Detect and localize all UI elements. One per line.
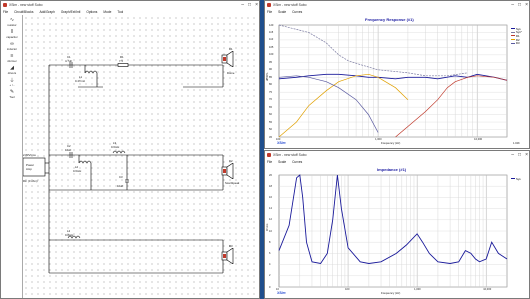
maximize-icon[interactable]: □ xyxy=(248,2,251,8)
menu-circuit-blocks[interactable]: Circuit/Blocks xyxy=(14,10,33,14)
source-voltage: 2.83V/rms xyxy=(23,153,36,157)
circuit-window: XSim - new stuff Subo – □ × File Circuit… xyxy=(0,0,260,299)
fr-legend-swatch xyxy=(511,39,515,41)
fr-legend-item[interactable]: D3 xyxy=(511,41,522,45)
circuit-window-title: XSim - new stuff Subo xyxy=(9,3,43,7)
imp-window: XSim - new stuff Subo – □ × File Scale C… xyxy=(264,150,530,299)
fr-legend-swatch xyxy=(511,35,515,37)
menu-options[interactable]: Options xyxy=(86,10,97,14)
menu-mode[interactable]: Mode xyxy=(103,10,111,14)
minimize-icon[interactable]: – xyxy=(241,2,244,8)
l3-value: 0.6mH xyxy=(111,145,120,149)
amp-label-2: Amp xyxy=(26,167,32,171)
d2-name: D2 xyxy=(229,159,233,163)
palette-ground[interactable]: ⏚ + / - xyxy=(3,77,21,88)
imp-plot[interactable] xyxy=(265,151,530,299)
speaker-d3-icon[interactable] xyxy=(221,248,235,264)
l2-value: 0.6mH xyxy=(73,169,82,173)
imp-legend: Sys xyxy=(511,177,521,181)
menu-graph-ext[interactable]: Graph/Ext/Intl xyxy=(61,10,81,14)
speaker-d2-icon[interactable] xyxy=(221,163,235,179)
fr-legend-swatch xyxy=(511,42,515,44)
c2-value: 10uF xyxy=(65,148,72,152)
component-palette: ∿ resistor ‖ capacitor ∞ inductor ≡ xfor… xyxy=(1,15,23,298)
c1-value: 4.7uF xyxy=(65,59,73,63)
circuit-window-controls: – □ × xyxy=(241,1,258,9)
rs-label: Rs: (0 ohm) xyxy=(23,179,38,183)
l4-value: 0.8mH xyxy=(65,233,74,237)
c3-name: C3 xyxy=(119,175,123,179)
palette-resistor[interactable]: ∿ resistor xyxy=(3,17,21,27)
fr-legend: Sys Sys* D1 D2 D3 xyxy=(511,27,522,45)
menu-file[interactable]: File xyxy=(3,10,8,14)
palette-drivers[interactable]: ◢ drivers xyxy=(3,65,21,75)
palette-xformer[interactable]: ≡ xformer xyxy=(3,53,21,63)
close-icon[interactable]: × xyxy=(255,2,258,8)
d2-sub: ScanSpeak xyxy=(225,181,240,185)
d1-name: D1 xyxy=(229,47,233,51)
r1-value: 7.5 xyxy=(119,59,123,63)
fr-legend-swatch xyxy=(511,31,515,33)
fr-plot[interactable] xyxy=(265,1,530,149)
menu-add-graph[interactable]: Add/Graph xyxy=(39,10,54,14)
c3-value: 10uF xyxy=(117,184,124,188)
imp-legend-swatch xyxy=(511,178,515,180)
palette-capacitor[interactable]: ‖ capacitor xyxy=(3,29,21,39)
d3-name: D3 xyxy=(229,244,233,248)
menu-tool[interactable]: Tool xyxy=(117,10,123,14)
app-icon xyxy=(3,3,7,7)
palette-inductor[interactable]: ∞ inductor xyxy=(3,41,21,51)
palette-tool[interactable]: ✎ Tool xyxy=(3,89,21,99)
d1-sub: Dome xyxy=(227,71,235,75)
speaker-d1-icon[interactable] xyxy=(221,51,235,67)
schematic-canvas[interactable]: C1 4.7uF L1 0.47mH R1 7.5 D1 Dome C2 10u… xyxy=(23,15,259,298)
circuit-titlebar: XSim - new stuff Subo xyxy=(1,1,259,9)
fr-window: XSim - new stuff Subo – □ × File Scale C… xyxy=(264,0,530,149)
fr-legend-swatch xyxy=(511,28,515,30)
imp-legend-item[interactable]: Sys xyxy=(511,177,521,181)
l1-value: 0.47mH xyxy=(75,79,85,83)
